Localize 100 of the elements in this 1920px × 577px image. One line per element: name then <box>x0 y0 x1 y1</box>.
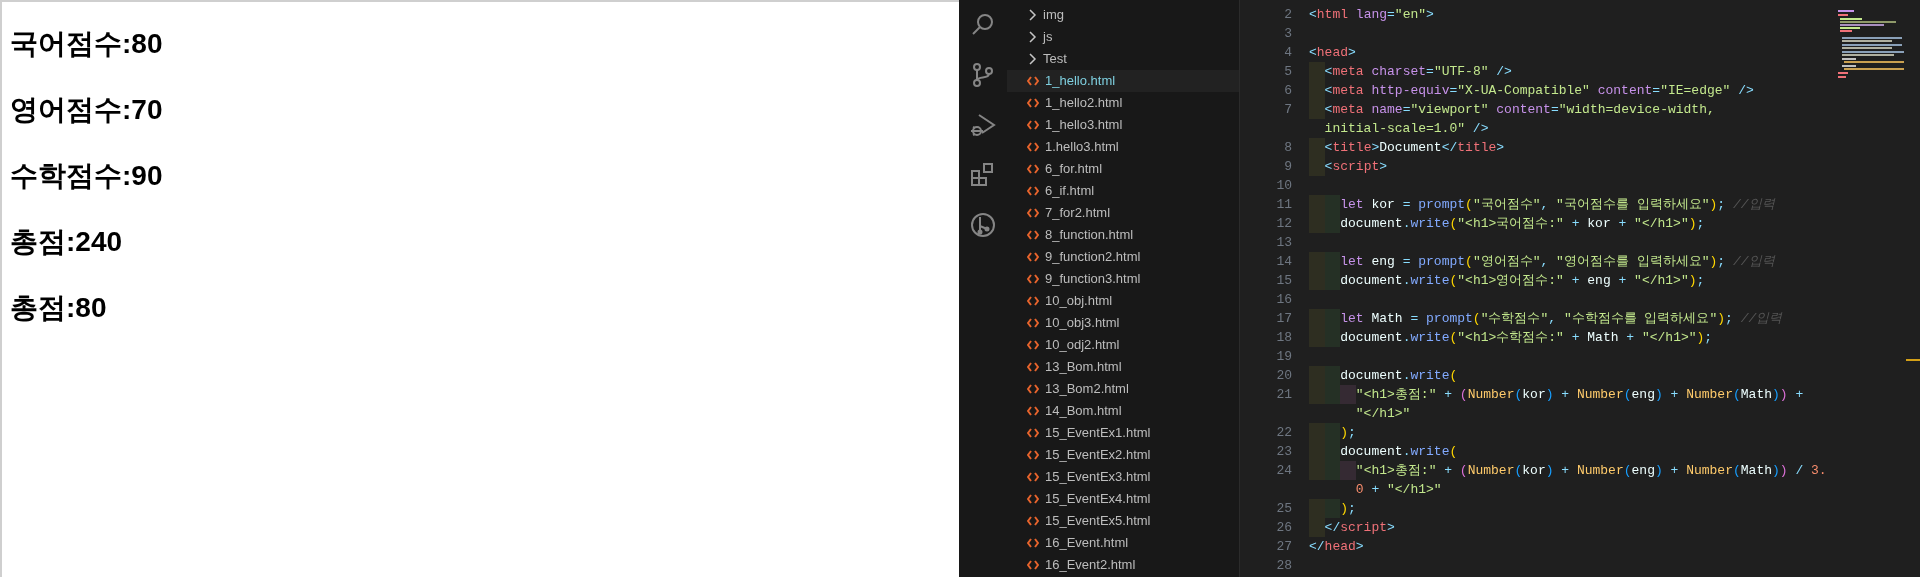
code-file-icon <box>1027 296 1039 306</box>
minimap-drawing[interactable] <box>1838 10 1906 78</box>
code-line: 0 + "</h1>" <box>1354 480 1442 499</box>
page-heading: 수학점수:90 <box>10 159 163 193</box>
code-line: <meta http-equiv="X-UA-Compatible" content="IE=edge" /> <box>1309 81 1754 100</box>
code-line: ); <box>1309 423 1356 442</box>
line-number: 16 <box>1276 291 1292 307</box>
file-tree-item[interactable]: 10_odj2.html <box>1007 334 1239 356</box>
line-number: 24 <box>1276 462 1292 478</box>
file-tree-item[interactable]: 6_if.html <box>1007 180 1239 202</box>
code-line: <head> <box>1309 43 1356 62</box>
code-file-icon <box>1027 538 1039 548</box>
code-file-icon <box>1027 384 1039 394</box>
code-line: </head> <box>1309 537 1364 556</box>
file-tree-item[interactable]: img <box>1007 4 1239 26</box>
code-file-icon <box>1027 318 1039 328</box>
file-tree-item[interactable]: 9_function2.html <box>1007 246 1239 268</box>
line-number: 8 <box>1284 139 1292 155</box>
file-tree-item[interactable]: 15_EventEx4.html <box>1007 488 1239 510</box>
code-line: document.write( <box>1309 366 1458 385</box>
file-tree-item[interactable]: 15_EventEx5.html <box>1007 510 1239 532</box>
code-file-icon <box>1027 230 1039 240</box>
file-tree-item[interactable]: 9_function3.html <box>1007 268 1239 290</box>
code-file-icon <box>1027 560 1039 570</box>
code-line: "<h1>총점:" + (Number(kor) + Number(eng) + Number(Math)) / 3. <box>1309 461 1827 480</box>
line-number: 26 <box>1276 519 1292 535</box>
line-number: 25 <box>1276 500 1292 516</box>
file-tree-item[interactable]: 15_EventEx3.html <box>1007 466 1239 488</box>
branch-icon[interactable] <box>970 62 996 88</box>
line-number: 27 <box>1276 538 1292 554</box>
code-file-icon <box>1027 428 1039 438</box>
code-file-icon <box>1027 120 1039 130</box>
code-file-icon <box>1027 164 1039 174</box>
code-line: document.write("<h1>수학점수:" + Math + "</h1>"); <box>1309 328 1713 347</box>
code-file-icon <box>1027 472 1039 482</box>
line-number: 28 <box>1276 557 1292 573</box>
code-line: initial-scale=1.0" /> <box>1323 119 1489 138</box>
file-tree-item[interactable]: 10_obj.html <box>1007 290 1239 312</box>
page-heading: 국어점수:80 <box>10 27 163 61</box>
code-line: <html lang="en"> <box>1309 5 1434 24</box>
code-file-icon <box>1027 252 1039 262</box>
code-file-icon <box>1027 186 1039 196</box>
file-tree-item[interactable]: Test <box>1007 48 1239 70</box>
file-tree-item[interactable]: 1_hello3.html <box>1007 114 1239 136</box>
file-tree-item[interactable]: 8_function.html <box>1007 224 1239 246</box>
line-number: 3 <box>1284 25 1292 41</box>
line-number: 21 <box>1276 386 1292 402</box>
code-file-icon <box>1027 142 1039 152</box>
file-tree-item[interactable]: 15_EventEx1.html <box>1007 422 1239 444</box>
file-tree-item[interactable]: 10_obj3.html <box>1007 312 1239 334</box>
code-file-icon <box>1027 76 1039 86</box>
code-line: ); <box>1309 499 1356 518</box>
line-number: 6 <box>1284 82 1292 98</box>
chevron-right-icon <box>1027 9 1037 21</box>
code-line: "<h1>총점:" + (Number(kor) + Number(eng) + Number(Math)) + <box>1309 385 1804 404</box>
line-number: 15 <box>1276 272 1292 288</box>
file-tree-item[interactable]: js <box>1007 26 1239 48</box>
file-tree-item[interactable]: 16_Event.html <box>1007 532 1239 554</box>
file-tree-item[interactable]: 1_hello2.html <box>1007 92 1239 114</box>
page-heading: 영어점수:70 <box>10 93 163 127</box>
line-number: 19 <box>1276 348 1292 364</box>
line-number: 18 <box>1276 329 1292 345</box>
line-number: 5 <box>1284 63 1292 79</box>
line-number: 2 <box>1284 6 1292 22</box>
code-file-icon <box>1027 406 1039 416</box>
page-heading: 총점:80 <box>10 291 107 325</box>
line-number: 12 <box>1276 215 1292 231</box>
extensions-icon[interactable] <box>970 162 996 188</box>
code-file-icon <box>1027 98 1039 108</box>
line-number: 23 <box>1276 443 1292 459</box>
code-file-icon <box>1027 494 1039 504</box>
line-number: 13 <box>1276 234 1292 250</box>
code-line: document.write( <box>1309 442 1458 461</box>
file-tree-item[interactable]: 15_EventEx2.html <box>1007 444 1239 466</box>
chevron-right-icon <box>1027 53 1037 65</box>
line-number: 11 <box>1276 196 1292 212</box>
file-tree-item[interactable]: 1.hello3.html <box>1007 136 1239 158</box>
code-file-icon <box>1027 516 1039 526</box>
code-file-icon <box>1027 208 1039 218</box>
file-tree-item[interactable]: 13_Bom.html <box>1007 356 1239 378</box>
code-file-icon <box>1027 450 1039 460</box>
git-graph-icon[interactable] <box>970 212 996 238</box>
code-line: <script> <box>1309 157 1388 176</box>
line-number: 17 <box>1276 310 1292 326</box>
line-number: 20 <box>1276 367 1292 383</box>
file-tree-item[interactable]: 14_Bom.html <box>1007 400 1239 422</box>
file-tree-item[interactable]: 13_Bom2.html <box>1007 378 1239 400</box>
code-line: <meta name="viewport" content="width=device-width, <box>1309 100 1715 119</box>
file-tree-item[interactable]: 7_for2.html <box>1007 202 1239 224</box>
code-line: document.write("<h1>영어점수:" + eng + "</h1>"); <box>1309 271 1705 290</box>
page-heading: 총점:240 <box>10 225 123 259</box>
file-tree-item[interactable]: 6_for.html <box>1007 158 1239 180</box>
file-tree-item[interactable]: 1_hello.html <box>1007 70 1239 92</box>
code-file-icon <box>1027 340 1039 350</box>
code-file-icon <box>1027 362 1039 372</box>
code-file-icon <box>1027 274 1039 284</box>
line-number: 14 <box>1276 253 1292 269</box>
file-tree-item[interactable]: 16_Event2.html <box>1007 554 1239 576</box>
run-debug-icon[interactable] <box>970 112 996 138</box>
line-number: 9 <box>1284 158 1292 174</box>
